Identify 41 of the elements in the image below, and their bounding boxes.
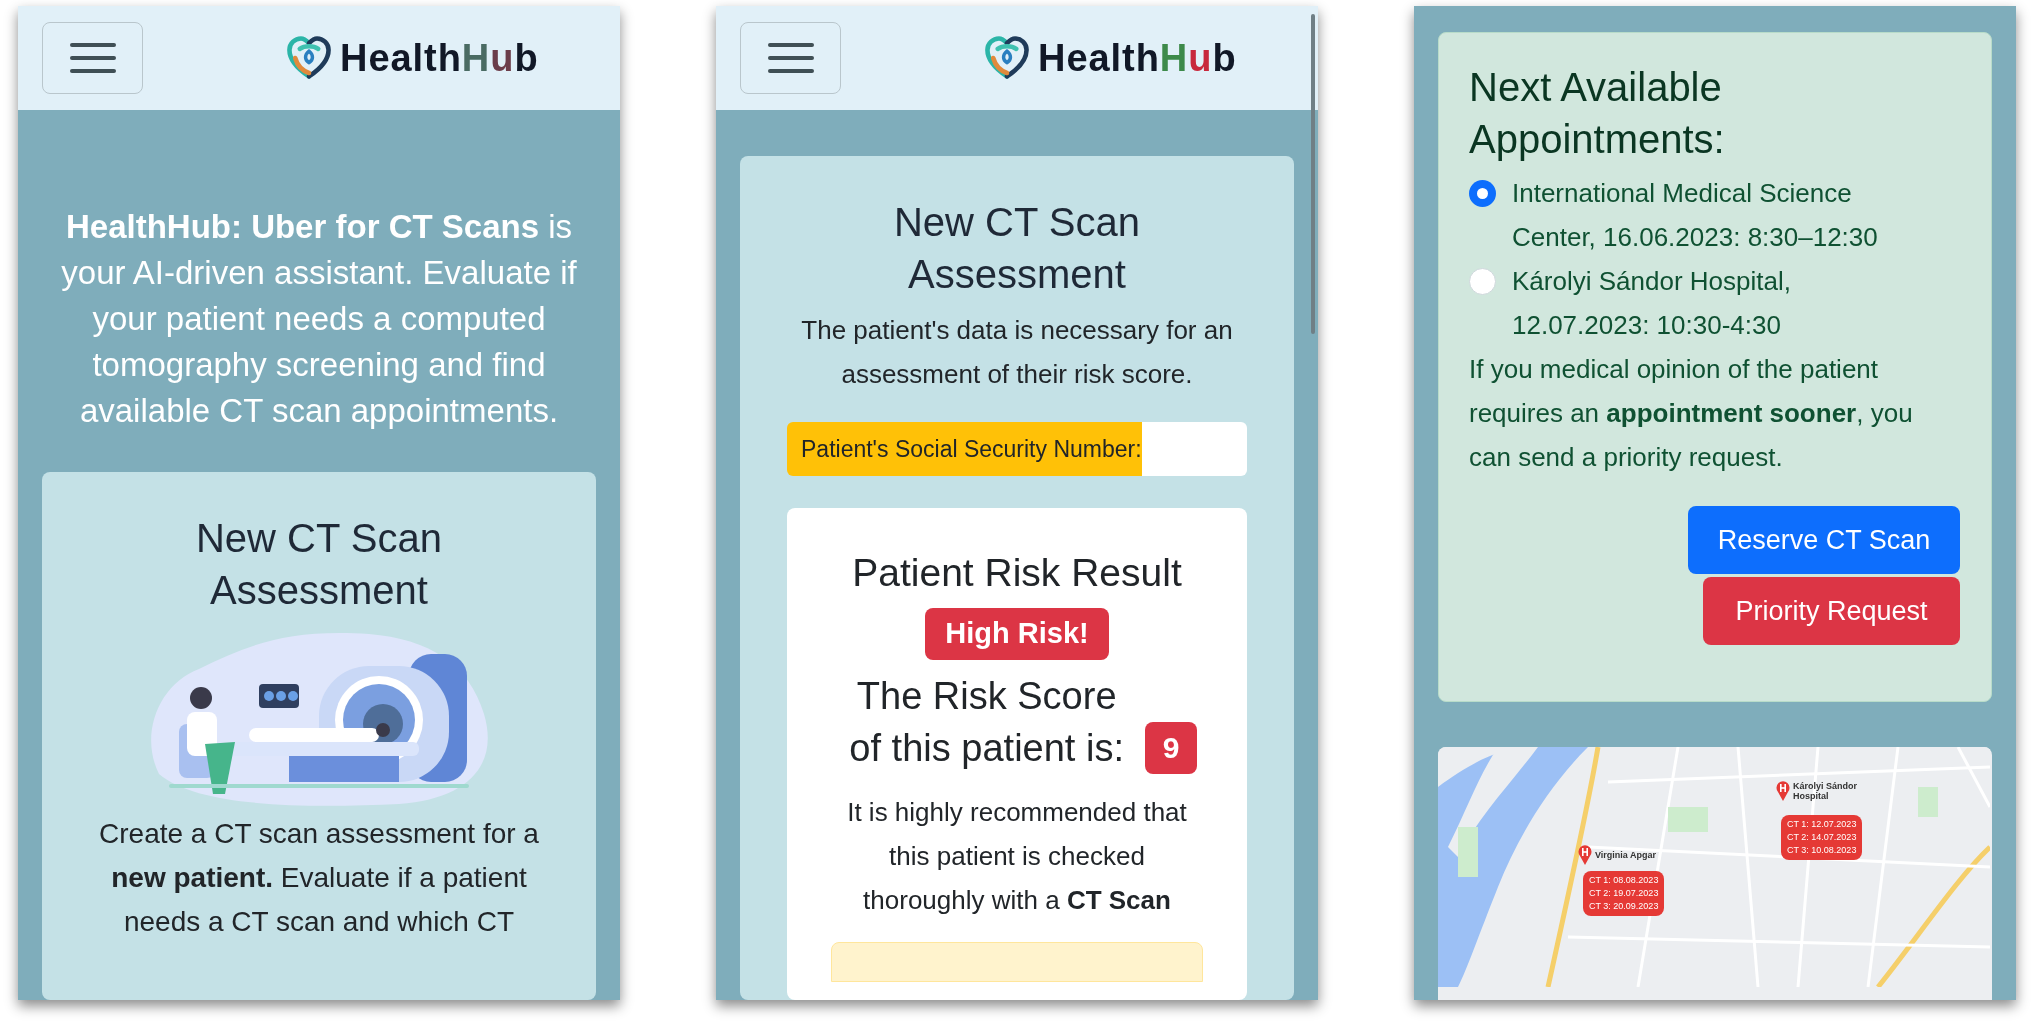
slot-date: CT 3: 10.08.2023 xyxy=(1787,844,1857,857)
heart-logo-icon xyxy=(286,35,332,81)
slot-date: CT 1: 08.08.2023 xyxy=(1589,874,1659,887)
slot-date: CT 2: 19.07.2023 xyxy=(1589,887,1659,900)
menu-button[interactable] xyxy=(42,22,143,94)
hospital-name: Virginia Apgar xyxy=(1595,850,1657,860)
card-description: Create a CT scan assessment for a new patient. Evaluate if a patient needs a CT scan and which CT xyxy=(98,817,540,939)
menu-icon xyxy=(69,42,116,74)
slot-date: CT 1: 12.07.2023 xyxy=(1787,818,1857,831)
risk-level-badge: High Risk! xyxy=(925,608,1109,660)
ssn-input-group[interactable]: Patient's Social Security Number: xyxy=(787,422,1247,476)
heart-logo-icon xyxy=(984,35,1030,81)
hospital-pin-icon[interactable] xyxy=(1776,781,1790,801)
recommendation-text: It is highly recommended that this patient is checked thoroughly with a CT Scan xyxy=(846,796,1188,917)
map-view[interactable]: Virginia Apgar CT 1: 08.08.2023 CT 2: 19.07.2023 CT 3: 20.09.2023 Károlyi Sándor Hospital CT 1: 12.07.2023 CT 2: 14.07.2023 CT 3: 10.08.2023 xyxy=(1438,747,1992,1000)
ssn-label: Patient's Social Security Number: xyxy=(787,422,1142,476)
hospital-pin-icon[interactable] xyxy=(1578,845,1592,865)
menu-icon xyxy=(767,42,814,74)
appointment-option[interactable]: Károlyi Sándor Hospital, 12.07.2023: 10:30-4:30 xyxy=(1469,259,1960,347)
risk-score-badge: 9 xyxy=(1144,722,1198,774)
brand-logo-text: HealthHub xyxy=(1038,39,1237,77)
card-title: New CT Scan Assessment xyxy=(195,515,443,614)
card-title: New CT Scan Assessment xyxy=(893,199,1141,298)
action-button[interactable]: Reserve CT Scan xyxy=(1688,506,1960,574)
priority-note: If you medical opinion of the patient requires an appointment sooner, you can send a priority request. xyxy=(1469,353,1914,474)
action-button[interactable]: Priority Request xyxy=(1703,577,1960,645)
appointments-title: Next Available Appointments: xyxy=(1469,64,1726,163)
slot-date: CT 3: 20.09.2023 xyxy=(1589,900,1659,913)
radio-button[interactable] xyxy=(1469,180,1496,207)
brand-logo-text: HealthHub xyxy=(340,39,539,77)
risk-score-label: The Risk Score of this patient is: xyxy=(848,674,1125,771)
hero-text: HealthHub: Uber for CT Scans is your AI-driven assistant. Evaluate if your patient needs a computed tomography screening and find available CT scan appointments. xyxy=(60,207,578,431)
radio-button[interactable] xyxy=(1469,268,1496,295)
option-label: International Medical Science Center, 16.06.2023: 8:30–12:30 xyxy=(1512,177,1879,254)
appointment-option[interactable]: International Medical Science Center, 16.06.2023: 8:30–12:30 xyxy=(1469,171,1960,259)
hospital-name: Károlyi Sándor Hospital xyxy=(1793,781,1857,801)
card-description: The patient's data is necessary for an assessment of their risk score. xyxy=(800,314,1234,391)
option-label: Károlyi Sándor Hospital, 12.07.2023: 10:30-4:30 xyxy=(1512,265,1792,342)
result-title: Patient Risk Result xyxy=(852,550,1182,596)
menu-button[interactable] xyxy=(740,22,841,94)
slot-date: CT 2: 14.07.2023 xyxy=(1787,831,1857,844)
